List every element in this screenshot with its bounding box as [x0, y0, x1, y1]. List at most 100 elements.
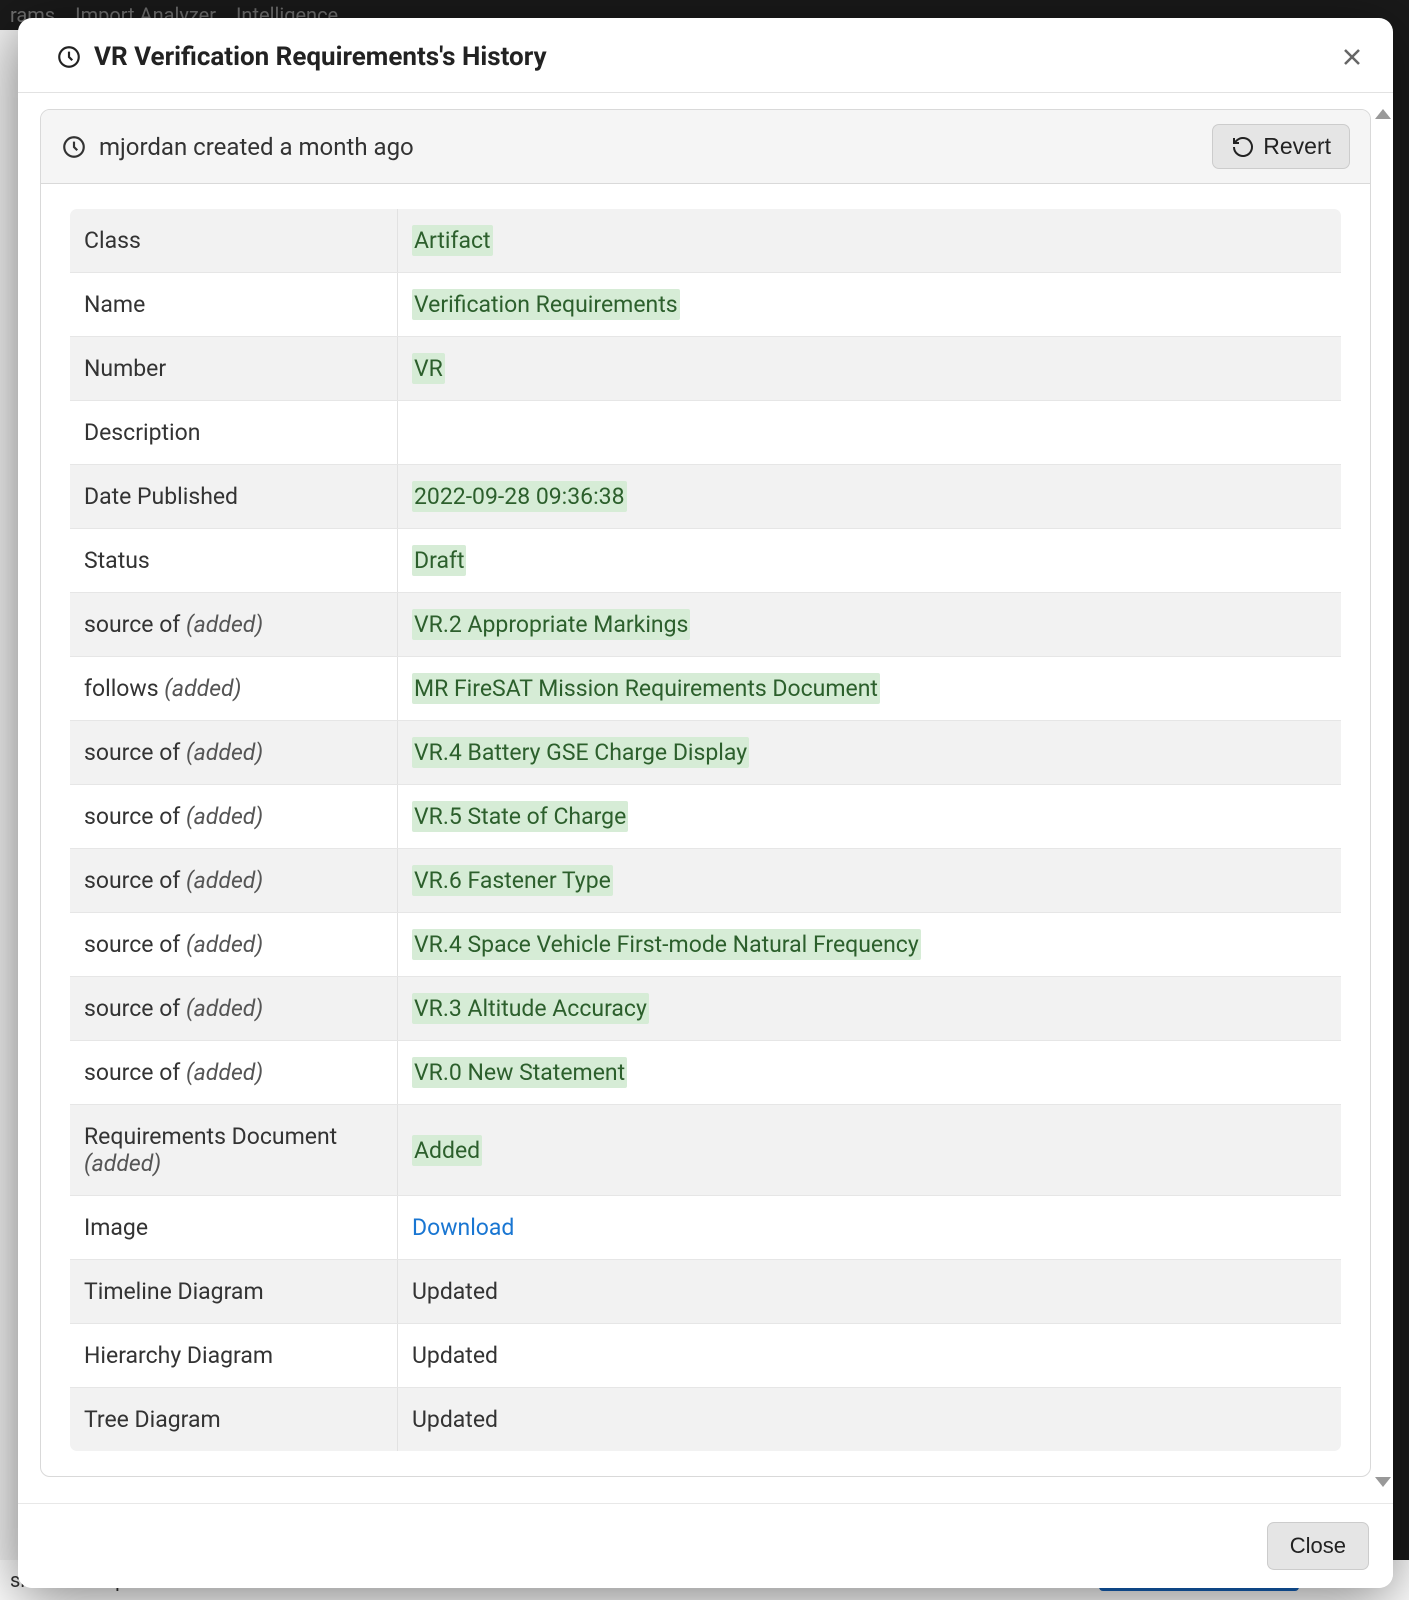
property-key: source of (added)	[70, 1041, 398, 1105]
property-value: VR.6 Fastener Type	[398, 849, 1342, 913]
history-modal: VR Verification Requirements's History m…	[18, 18, 1393, 1588]
revert-button[interactable]: Revert	[1212, 124, 1350, 169]
property-value: VR.3 Altitude Accuracy	[398, 977, 1342, 1041]
history-card: mjordan created a month ago Revert Class…	[40, 109, 1371, 1477]
card-header: mjordan created a month ago Revert	[41, 110, 1370, 184]
property-value: Download	[398, 1196, 1342, 1260]
property-value: Updated	[398, 1260, 1342, 1324]
property-value: Updated	[398, 1388, 1342, 1452]
property-value: VR.0 New Statement	[398, 1041, 1342, 1105]
highlighted-value: VR.3 Altitude Accuracy	[412, 993, 649, 1024]
card-body: Class Artifact Name Verification Requiremen…	[41, 184, 1370, 1476]
table-row: Description	[70, 401, 1342, 465]
property-value: VR.2 Appropriate Markings	[398, 593, 1342, 657]
property-value: VR.4 Space Vehicle First-mode Natural Fr…	[398, 913, 1342, 977]
highlighted-value: Artifact	[412, 225, 493, 256]
table-row: follows (added) MR FireSAT Mission Requir…	[70, 657, 1342, 721]
table-row: Number VR	[70, 337, 1342, 401]
revert-icon	[1231, 135, 1255, 159]
table-row: source of (added) VR.0 New Statement	[70, 1041, 1342, 1105]
property-key: source of (added)	[70, 785, 398, 849]
scroll-down-icon[interactable]	[1375, 1477, 1391, 1487]
property-value: VR.4 Battery GSE Charge Display	[398, 721, 1342, 785]
table-row: Timeline DiagramUpdated	[70, 1260, 1342, 1324]
table-row: Name Verification Requirements	[70, 273, 1342, 337]
added-note: (added)	[186, 867, 263, 894]
table-row: Requirements Document (added) Added	[70, 1105, 1342, 1196]
highlighted-value: VR.2 Appropriate Markings	[412, 609, 690, 640]
table-row: Hierarchy DiagramUpdated	[70, 1324, 1342, 1388]
modal-header: VR Verification Requirements's History	[18, 18, 1393, 93]
added-note: (added)	[186, 739, 263, 766]
revert-label: Revert	[1263, 133, 1331, 160]
properties-table: Class Artifact Name Verification Requiremen…	[69, 208, 1342, 1452]
property-key: Requirements Document (added)	[70, 1105, 398, 1196]
table-row: source of (added) VR.4 Space Vehicle Firs…	[70, 913, 1342, 977]
modal-body: mjordan created a month ago Revert Class…	[18, 93, 1393, 1503]
property-value: Verification Requirements	[398, 273, 1342, 337]
highlighted-value: Verification Requirements	[412, 289, 680, 320]
property-key: Description	[70, 401, 398, 465]
property-key: follows (added)	[70, 657, 398, 721]
table-row: Image Download	[70, 1196, 1342, 1260]
history-icon	[56, 44, 82, 70]
modal-title: VR Verification Requirements's History	[94, 42, 1339, 72]
table-row: source of (added) VR.3 Altitude Accuracy	[70, 977, 1342, 1041]
table-row: source of (added) VR.2 Appropriate Markin…	[70, 593, 1342, 657]
added-note: (added)	[84, 1150, 161, 1177]
added-note: (added)	[164, 675, 241, 702]
scroll-up-icon[interactable]	[1375, 109, 1391, 119]
added-note: (added)	[186, 931, 263, 958]
highlighted-value: Added	[412, 1135, 482, 1166]
property-key: Class	[70, 209, 398, 273]
scrollbar[interactable]	[1373, 109, 1391, 1487]
highlighted-value: Draft	[412, 545, 466, 576]
property-key: Hierarchy Diagram	[70, 1324, 398, 1388]
table-row: Tree DiagramUpdated	[70, 1388, 1342, 1452]
property-value: Draft	[398, 529, 1342, 593]
highlighted-value: 2022-09-28 09:36:38	[412, 481, 627, 512]
property-key: source of (added)	[70, 849, 398, 913]
property-value: Artifact	[398, 209, 1342, 273]
card-meta-text: mjordan created a month ago	[99, 133, 1200, 161]
highlighted-value: VR.5 State of Charge	[412, 801, 628, 832]
download-link[interactable]: Download	[412, 1214, 514, 1241]
table-row: source of (added) VR.4 Battery GSE Charge…	[70, 721, 1342, 785]
property-key: source of (added)	[70, 593, 398, 657]
added-note: (added)	[186, 611, 263, 638]
property-value: VR.5 State of Charge	[398, 785, 1342, 849]
table-row: source of (added) VR.6 Fastener Type	[70, 849, 1342, 913]
property-key: source of (added)	[70, 913, 398, 977]
property-value: Updated	[398, 1324, 1342, 1388]
property-value: MR FireSAT Mission Requirements Document	[398, 657, 1342, 721]
property-key: Tree Diagram	[70, 1388, 398, 1452]
property-key: Status	[70, 529, 398, 593]
property-key: Timeline Diagram	[70, 1260, 398, 1324]
property-key: Name	[70, 273, 398, 337]
property-key: source of (added)	[70, 977, 398, 1041]
highlighted-value: VR.6 Fastener Type	[412, 865, 613, 896]
property-key: source of (added)	[70, 721, 398, 785]
property-key: Number	[70, 337, 398, 401]
highlighted-value: VR.4 Space Vehicle First-mode Natural Fr…	[412, 929, 921, 960]
table-row: Status Draft	[70, 529, 1342, 593]
modal-footer: Close	[18, 1503, 1393, 1588]
table-row: source of (added) VR.5 State of Charge	[70, 785, 1342, 849]
property-value: VR	[398, 337, 1342, 401]
property-value	[398, 401, 1342, 465]
highlighted-value: VR	[412, 353, 445, 384]
table-row: Class Artifact	[70, 209, 1342, 273]
highlighted-value: VR.0 New Statement	[412, 1057, 627, 1088]
highlighted-value: VR.4 Battery GSE Charge Display	[412, 737, 749, 768]
table-row: Date Published 2022-09-28 09:36:38	[70, 465, 1342, 529]
property-key: Date Published	[70, 465, 398, 529]
property-value: 2022-09-28 09:36:38	[398, 465, 1342, 529]
added-note: (added)	[186, 803, 263, 830]
property-value: Added	[398, 1105, 1342, 1196]
close-icon[interactable]	[1339, 44, 1365, 70]
highlighted-value: MR FireSAT Mission Requirements Document	[412, 673, 880, 704]
property-key: Image	[70, 1196, 398, 1260]
added-note: (added)	[186, 1059, 263, 1086]
close-button[interactable]: Close	[1267, 1522, 1369, 1570]
added-note: (added)	[186, 995, 263, 1022]
